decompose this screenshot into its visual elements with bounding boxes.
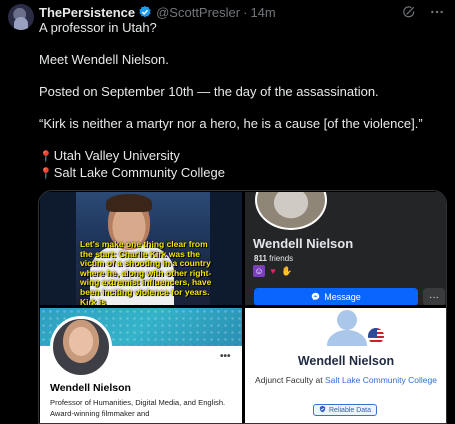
location-text: Utah Valley University bbox=[53, 148, 180, 163]
post-line: Posted on September 10th — the day of th… bbox=[39, 84, 379, 99]
speaker-hair bbox=[106, 194, 152, 212]
shield-check-icon bbox=[319, 405, 326, 415]
linkedin-more-button[interactable]: ••• bbox=[220, 351, 231, 362]
purple-face-emoji: ☺ bbox=[253, 265, 265, 277]
author-avatar[interactable] bbox=[8, 4, 34, 30]
faculty-name: Wendell Nielson bbox=[297, 354, 395, 368]
message-label: Message bbox=[324, 292, 361, 302]
media-grid: Let's make one thing clear from the star… bbox=[38, 190, 447, 424]
author-handle[interactable]: @ScottPresler bbox=[156, 5, 240, 20]
location-pin-icon: 📍 bbox=[39, 151, 53, 163]
waving-hand-emoji: ✋ bbox=[281, 265, 293, 276]
post-timestamp[interactable]: 14m bbox=[250, 5, 275, 20]
post-text: A professor in Utah? Meet Wendell Nielso… bbox=[39, 20, 444, 182]
post-header: ThePersistence @ScottPresler · 14m bbox=[39, 4, 276, 20]
media-facebook-profile[interactable]: Wendell Nielson 811 friends ☺ ♥ ✋ Messag… bbox=[245, 192, 446, 305]
linkedin-headline: Professor of Humanities, Digital Media, … bbox=[50, 398, 226, 418]
more-options-icon[interactable] bbox=[429, 4, 445, 20]
badge-label: Reliable Data bbox=[329, 406, 372, 414]
default-avatar-icon bbox=[325, 310, 369, 346]
location-pin-icon: 📍 bbox=[39, 168, 53, 180]
facebook-message-button[interactable]: Message bbox=[254, 288, 418, 305]
post-line: “Kirk is neither a martyr nor a hero, he… bbox=[39, 116, 423, 131]
verified-badge-icon bbox=[138, 5, 152, 19]
location-line: 📍Salt Lake Community College bbox=[39, 165, 444, 182]
linkedin-profile-picture bbox=[50, 316, 112, 378]
post-line: Meet Wendell Nielson. bbox=[39, 52, 169, 67]
location-text: Salt Lake Community College bbox=[53, 165, 225, 180]
friends-label: friends bbox=[269, 254, 294, 263]
author-name[interactable]: ThePersistence bbox=[39, 5, 135, 20]
facebook-profile-picture bbox=[255, 192, 327, 230]
red-heart-emoji: ♥ bbox=[270, 266, 276, 276]
post: ThePersistence @ScottPresler · 14m A pro… bbox=[0, 0, 455, 424]
grok-icon[interactable] bbox=[401, 4, 417, 20]
faculty-role-prefix: Adjunct Faculty at bbox=[255, 375, 323, 385]
us-flag-icon bbox=[366, 326, 386, 346]
media-faculty-card[interactable]: Wendell Nielson Adjunct Faculty at Salt … bbox=[245, 308, 446, 423]
post-actions-top bbox=[401, 4, 445, 20]
media-video-still[interactable]: Let's make one thing clear from the star… bbox=[40, 192, 242, 305]
location-line: 📍Utah Valley University bbox=[39, 148, 444, 165]
facebook-emoji-row: ☺ ♥ ✋ bbox=[253, 265, 293, 277]
linkedin-profile-name: Wendell Nielson bbox=[50, 382, 131, 394]
post-line: A professor in Utah? bbox=[39, 20, 157, 35]
messenger-icon bbox=[311, 292, 320, 303]
friends-number: 811 bbox=[254, 254, 267, 263]
facebook-profile-name: Wendell Nielson bbox=[253, 236, 354, 251]
faculty-institution-link[interactable]: Salt Lake Community College bbox=[325, 375, 437, 385]
separator-dot: · bbox=[243, 4, 248, 20]
faculty-role: Adjunct Faculty at Salt Lake Community C… bbox=[245, 374, 446, 386]
reliable-data-badge: Reliable Data bbox=[313, 404, 378, 416]
video-caption: Let's make one thing clear from the star… bbox=[80, 239, 212, 305]
media-linkedin-profile[interactable]: ••• Wendell Nielson Professor of Humanit… bbox=[40, 308, 242, 423]
facebook-more-button[interactable]: ··· bbox=[423, 288, 445, 305]
facebook-friends-count: 811 friends bbox=[254, 254, 293, 263]
